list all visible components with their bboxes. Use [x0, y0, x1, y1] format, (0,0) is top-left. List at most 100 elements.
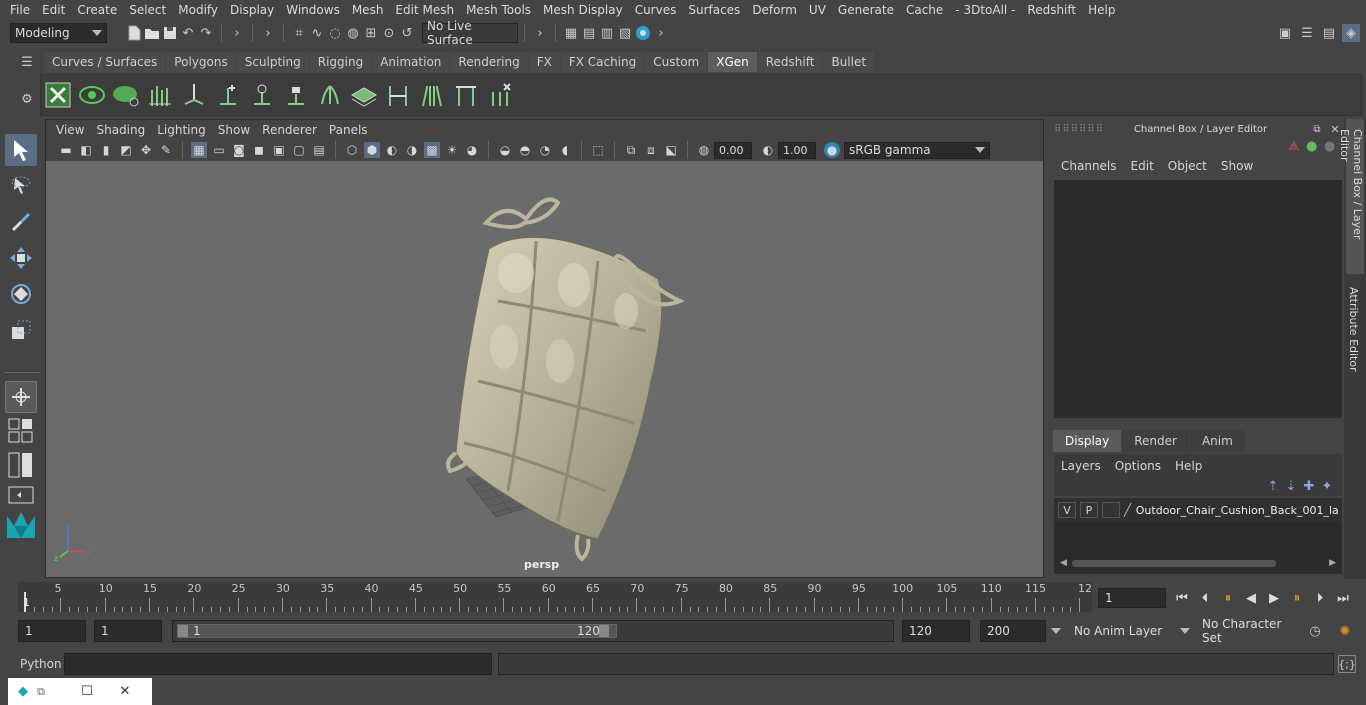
textured-icon[interactable]: ◑: [404, 142, 420, 158]
menu-mesh[interactable]: Mesh: [346, 3, 390, 17]
shadows-icon[interactable]: ◕: [464, 142, 480, 158]
xgen-cut-icon[interactable]: [452, 81, 480, 109]
grid-icon[interactable]: ▦: [191, 142, 207, 158]
xgen-leaf-icon[interactable]: [112, 81, 140, 109]
menu-mesh-display[interactable]: Mesh Display: [537, 3, 629, 17]
anti-alias-icon[interactable]: ◔: [537, 142, 553, 158]
channel-menu-channels[interactable]: Channels: [1054, 159, 1124, 177]
image-plane-icon[interactable]: ◩: [118, 142, 134, 158]
mode-dropdown[interactable]: Modeling: [10, 23, 107, 43]
playback-end-field[interactable]: 120: [902, 620, 970, 642]
select-tool[interactable]: [5, 134, 37, 166]
tab-channel-box[interactable]: Channel Box / Layer Editor: [1338, 119, 1364, 274]
tab-bullet[interactable]: Bullet: [823, 52, 875, 72]
xgen-guides-icon[interactable]: [146, 81, 174, 109]
viewport-menu-show[interactable]: Show: [212, 123, 256, 137]
tab-attribute-editor[interactable]: Attribute Editor: [1347, 287, 1360, 407]
toggle-display-icon[interactable]: ●: [1324, 139, 1335, 154]
backface-icon[interactable]: ⬕: [663, 142, 679, 158]
play-backwards-icon[interactable]: ◀: [1241, 588, 1261, 608]
axis-display-icon[interactable]: ⟁: [1288, 139, 1300, 154]
exposure-field[interactable]: 0.00: [714, 141, 752, 159]
xgen-remove-icon[interactable]: [486, 81, 514, 109]
menu-deform[interactable]: Deform: [746, 3, 803, 17]
playback-start-field[interactable]: 1: [94, 620, 162, 642]
shelf-menu-icon[interactable]: ☰: [18, 53, 36, 71]
xray-joints-icon[interactable]: ⧉: [623, 142, 639, 158]
redo-icon[interactable]: ↷: [197, 24, 215, 42]
render-frame-icon[interactable]: ▤: [580, 24, 598, 42]
auto-key-icon[interactable]: ◷: [1306, 622, 1324, 640]
menu-generate[interactable]: Generate: [832, 3, 900, 17]
gate-mask-icon[interactable]: ◼: [251, 142, 267, 158]
menu-3dtoall[interactable]: - 3DtoAll -: [949, 3, 1021, 17]
depth-of-field-icon[interactable]: ◖: [557, 142, 573, 158]
xgen-comb-icon[interactable]: [316, 81, 344, 109]
snap-point-icon[interactable]: ◌: [326, 24, 344, 42]
tab-layer-render[interactable]: Render: [1122, 430, 1189, 452]
tab-rigging[interactable]: Rigging: [309, 52, 372, 72]
animation-preferences-icon[interactable]: ✺: [1336, 622, 1354, 640]
wireframe-icon[interactable]: ⬡: [344, 142, 360, 158]
character-set-dropdown[interactable]: No Character Set: [1196, 617, 1298, 645]
go-to-start-icon[interactable]: ⏮: [1172, 588, 1192, 608]
xgen-interactive-groom-icon[interactable]: [384, 81, 412, 109]
toggle-display-icon[interactable]: ●: [1306, 139, 1317, 154]
resolution-gate-icon[interactable]: ◙: [231, 142, 247, 158]
xgen-preview-icon[interactable]: [78, 81, 106, 109]
go-to-end-icon[interactable]: ⏭: [1333, 588, 1353, 608]
new-layer-icon[interactable]: ✚: [1300, 477, 1318, 495]
layout-two-view-icon[interactable]: [5, 449, 37, 481]
play-forwards-icon[interactable]: ▶: [1264, 588, 1284, 608]
scrollbar-thumb[interactable]: [1072, 560, 1276, 567]
tab-animation[interactable]: Animation: [372, 52, 450, 72]
chevron-down-icon[interactable]: [1051, 628, 1061, 634]
snap-surface-icon[interactable]: ⊞: [362, 24, 380, 42]
menu-curves[interactable]: Curves: [629, 3, 683, 17]
channel-menu-show[interactable]: Show: [1214, 159, 1260, 177]
animation-end-field[interactable]: 200: [980, 620, 1046, 642]
viewport-menu-view[interactable]: View: [50, 123, 90, 137]
expand-arrow-icon[interactable]: ›: [652, 24, 670, 42]
viewport-canvas[interactable]: y x z persp: [46, 161, 1043, 577]
safe-title-icon[interactable]: ▤: [311, 142, 327, 158]
rotate-tool[interactable]: [5, 278, 37, 310]
smooth-shade-icon[interactable]: ⬢: [364, 142, 380, 158]
menu-edit-mesh[interactable]: Edit Mesh: [389, 3, 460, 17]
undo-icon[interactable]: ↶: [179, 24, 197, 42]
move-layer-up-icon[interactable]: ⇡: [1264, 477, 1282, 495]
new-scene-icon[interactable]: [125, 24, 143, 42]
expand-arrow-icon[interactable]: ›: [228, 24, 246, 42]
layer-playback-toggle[interactable]: P: [1079, 502, 1098, 518]
camera-select-icon[interactable]: ▬: [58, 142, 74, 158]
current-frame-field[interactable]: 1: [1098, 588, 1166, 608]
tab-layer-anim[interactable]: Anim: [1189, 430, 1245, 452]
tab-layer-display[interactable]: Display: [1053, 430, 1122, 452]
layer-name[interactable]: Outdoor_Chair_Cushion_Back_001_la: [1136, 504, 1338, 517]
python-label[interactable]: Python: [20, 657, 62, 671]
layer-type-toggle[interactable]: [1101, 502, 1120, 518]
xgen-sculpt-guide-icon[interactable]: [248, 81, 276, 109]
render-settings-icon[interactable]: ▦: [562, 24, 580, 42]
bookmark-icon[interactable]: ▮: [98, 142, 114, 158]
ipr-render-icon[interactable]: ▥: [598, 24, 616, 42]
menu-help[interactable]: Help: [1082, 3, 1121, 17]
lasso-tool[interactable]: [5, 170, 37, 202]
isolate-select-icon[interactable]: ⬚: [590, 142, 606, 158]
layer-menu-layers[interactable]: Layers: [1054, 459, 1108, 473]
scroll-right-icon[interactable]: ▶: [1329, 558, 1336, 568]
range-slider-bar[interactable]: [177, 624, 617, 638]
live-surface-field[interactable]: No Live Surface: [422, 19, 518, 47]
exposure-icon[interactable]: ◍: [696, 142, 712, 158]
step-back-frame-icon[interactable]: ⏸: [1218, 588, 1238, 608]
expand-arrow-icon[interactable]: ›: [259, 24, 277, 42]
tab-fx[interactable]: FX: [528, 52, 560, 72]
script-editor-icon[interactable]: {;}: [1338, 655, 1356, 673]
menu-surfaces[interactable]: Surfaces: [682, 3, 746, 17]
tab-polygons[interactable]: Polygons: [166, 52, 236, 72]
layer-row[interactable]: V P ╱ Outdoor_Chair_Cushion_Back_001_la: [1054, 498, 1342, 522]
layer-scrollbar[interactable]: ◀ ▶: [1060, 558, 1336, 568]
close-icon[interactable]: ✕: [116, 683, 134, 701]
attribute-editor-icon[interactable]: ▤: [1320, 24, 1338, 42]
xgen-layers-icon[interactable]: [350, 81, 378, 109]
